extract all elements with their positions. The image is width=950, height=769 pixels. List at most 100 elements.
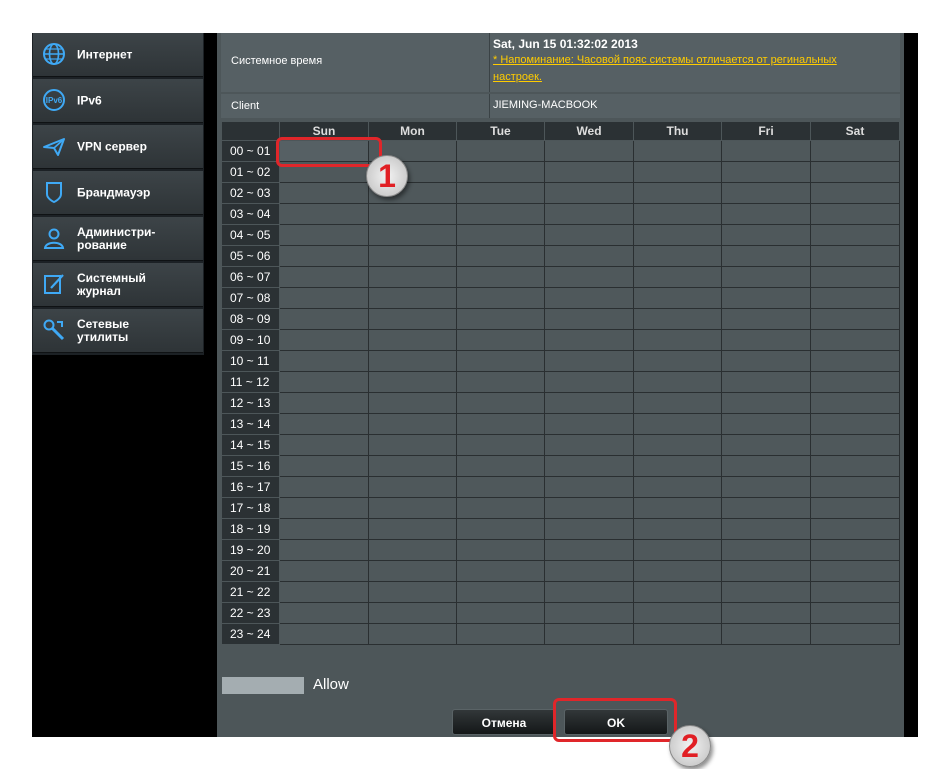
schedule-cell-sun[interactable] xyxy=(279,602,369,624)
sidebar-item-4[interactable]: Брандмауэр xyxy=(33,171,203,215)
schedule-cell-wed[interactable] xyxy=(544,371,634,393)
schedule-cell-fri[interactable] xyxy=(721,161,811,183)
schedule-cell-fri[interactable] xyxy=(721,224,811,246)
schedule-cell-sat[interactable] xyxy=(810,518,900,540)
timezone-reminder-link[interactable]: * Напоминание: Часовой пояс системы отли… xyxy=(493,52,883,86)
schedule-cell-fri[interactable] xyxy=(721,602,811,624)
sidebar-item-5[interactable]: Администри- рование xyxy=(33,217,203,261)
schedule-cell-sat[interactable] xyxy=(810,371,900,393)
schedule-cell-fri[interactable] xyxy=(721,434,811,456)
schedule-cell-tue[interactable] xyxy=(456,560,545,582)
schedule-cell-thu[interactable] xyxy=(633,329,722,351)
schedule-cell-wed[interactable] xyxy=(544,497,634,519)
schedule-cell-mon[interactable] xyxy=(368,308,457,330)
schedule-cell-tue[interactable] xyxy=(456,266,545,288)
schedule-cell-sun[interactable] xyxy=(279,245,369,267)
schedule-cell-fri[interactable] xyxy=(721,266,811,288)
schedule-cell-mon[interactable] xyxy=(368,203,457,225)
schedule-cell-mon[interactable] xyxy=(368,623,457,645)
schedule-cell-fri[interactable] xyxy=(721,308,811,330)
schedule-cell-wed[interactable] xyxy=(544,161,634,183)
schedule-cell-tue[interactable] xyxy=(456,581,545,603)
schedule-cell-sun[interactable] xyxy=(279,518,369,540)
schedule-cell-sat[interactable] xyxy=(810,161,900,183)
schedule-cell-fri[interactable] xyxy=(721,350,811,372)
schedule-cell-sat[interactable] xyxy=(810,560,900,582)
schedule-cell-sun[interactable] xyxy=(279,203,369,225)
schedule-cell-sat[interactable] xyxy=(810,413,900,435)
schedule-cell-thu[interactable] xyxy=(633,476,722,498)
schedule-cell-sat[interactable] xyxy=(810,224,900,246)
schedule-cell-wed[interactable] xyxy=(544,308,634,330)
schedule-cell-thu[interactable] xyxy=(633,287,722,309)
schedule-cell-mon[interactable] xyxy=(368,371,457,393)
schedule-cell-mon[interactable] xyxy=(368,329,457,351)
schedule-cell-thu[interactable] xyxy=(633,182,722,204)
schedule-cell-mon[interactable] xyxy=(368,245,457,267)
schedule-cell-fri[interactable] xyxy=(721,245,811,267)
schedule-cell-wed[interactable] xyxy=(544,245,634,267)
schedule-cell-fri[interactable] xyxy=(721,518,811,540)
schedule-cell-sun[interactable] xyxy=(279,392,369,414)
schedule-cell-sun[interactable] xyxy=(279,308,369,330)
schedule-cell-sun[interactable] xyxy=(279,560,369,582)
schedule-cell-sun[interactable] xyxy=(279,497,369,519)
schedule-cell-wed[interactable] xyxy=(544,455,634,477)
schedule-cell-fri[interactable] xyxy=(721,581,811,603)
schedule-cell-wed[interactable] xyxy=(544,413,634,435)
schedule-cell-tue[interactable] xyxy=(456,161,545,183)
schedule-cell-tue[interactable] xyxy=(456,140,545,162)
schedule-cell-sat[interactable] xyxy=(810,476,900,498)
schedule-cell-thu[interactable] xyxy=(633,434,722,456)
schedule-cell-wed[interactable] xyxy=(544,602,634,624)
schedule-cell-sat[interactable] xyxy=(810,455,900,477)
schedule-cell-tue[interactable] xyxy=(456,329,545,351)
schedule-cell-mon[interactable] xyxy=(368,350,457,372)
schedule-cell-wed[interactable] xyxy=(544,476,634,498)
schedule-cell-wed[interactable] xyxy=(544,203,634,225)
cancel-button[interactable]: Отмена xyxy=(452,709,556,735)
schedule-cell-thu[interactable] xyxy=(633,161,722,183)
schedule-cell-wed[interactable] xyxy=(544,140,634,162)
schedule-cell-tue[interactable] xyxy=(456,434,545,456)
schedule-cell-sun[interactable] xyxy=(279,371,369,393)
schedule-cell-mon[interactable] xyxy=(368,413,457,435)
schedule-cell-mon[interactable] xyxy=(368,560,457,582)
schedule-cell-thu[interactable] xyxy=(633,623,722,645)
schedule-cell-wed[interactable] xyxy=(544,350,634,372)
schedule-cell-fri[interactable] xyxy=(721,560,811,582)
schedule-cell-fri[interactable] xyxy=(721,287,811,309)
schedule-cell-thu[interactable] xyxy=(633,392,722,414)
schedule-cell-wed[interactable] xyxy=(544,287,634,309)
schedule-cell-thu[interactable] xyxy=(633,518,722,540)
schedule-cell-thu[interactable] xyxy=(633,413,722,435)
sidebar-item-6[interactable]: Системный журнал xyxy=(33,263,203,307)
schedule-cell-sun[interactable] xyxy=(279,455,369,477)
schedule-cell-wed[interactable] xyxy=(544,581,634,603)
schedule-cell-wed[interactable] xyxy=(544,329,634,351)
schedule-cell-fri[interactable] xyxy=(721,392,811,414)
schedule-cell-mon[interactable] xyxy=(368,224,457,246)
schedule-cell-thu[interactable] xyxy=(633,560,722,582)
schedule-cell-sat[interactable] xyxy=(810,539,900,561)
schedule-cell-sat[interactable] xyxy=(810,623,900,645)
schedule-cell-sun[interactable] xyxy=(279,413,369,435)
schedule-cell-wed[interactable] xyxy=(544,560,634,582)
schedule-cell-sun[interactable] xyxy=(279,182,369,204)
schedule-cell-sat[interactable] xyxy=(810,203,900,225)
schedule-cell-sat[interactable] xyxy=(810,245,900,267)
schedule-cell-sun[interactable] xyxy=(279,476,369,498)
schedule-cell-thu[interactable] xyxy=(633,350,722,372)
schedule-cell-thu[interactable] xyxy=(633,497,722,519)
schedule-cell-mon[interactable] xyxy=(368,392,457,414)
schedule-cell-tue[interactable] xyxy=(456,413,545,435)
schedule-cell-mon[interactable] xyxy=(368,581,457,603)
schedule-cell-wed[interactable] xyxy=(544,266,634,288)
schedule-cell-mon[interactable] xyxy=(368,455,457,477)
schedule-cell-tue[interactable] xyxy=(456,497,545,519)
schedule-cell-sat[interactable] xyxy=(810,350,900,372)
schedule-cell-wed[interactable] xyxy=(544,539,634,561)
schedule-cell-thu[interactable] xyxy=(633,371,722,393)
sidebar-item-1[interactable]: Интернет xyxy=(33,33,203,77)
schedule-cell-wed[interactable] xyxy=(544,518,634,540)
